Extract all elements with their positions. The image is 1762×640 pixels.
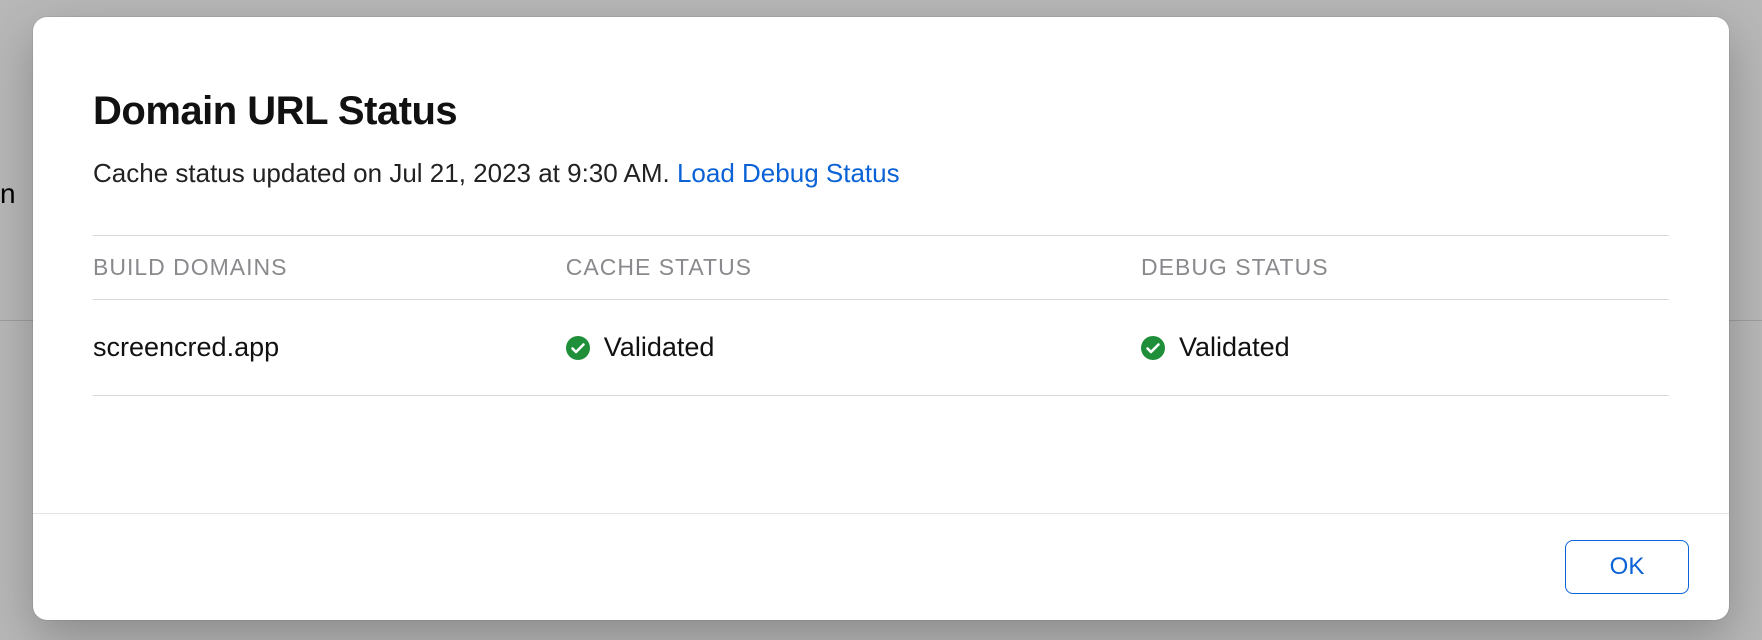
dialog-footer: OK (33, 513, 1729, 620)
debug-status-cell: Validated (1141, 300, 1669, 396)
ok-button[interactable]: OK (1565, 540, 1689, 594)
dialog-subtitle: Cache status updated on Jul 21, 2023 at … (93, 158, 1669, 189)
cache-status-cell: Validated (566, 300, 1141, 396)
check-circle-icon (1141, 336, 1165, 360)
dialog-body: Domain URL Status Cache status updated o… (33, 17, 1729, 513)
debug-status-value: Validated (1179, 332, 1290, 363)
domain-url-status-dialog: Domain URL Status Cache status updated o… (33, 17, 1729, 620)
domains-table: BUILD DOMAINS CACHE STATUS DEBUG STATUS … (93, 235, 1669, 396)
col-debug-status: DEBUG STATUS (1141, 236, 1669, 300)
col-build-domains: BUILD DOMAINS (93, 236, 566, 300)
check-circle-icon (566, 336, 590, 360)
load-debug-status-link[interactable]: Load Debug Status (677, 158, 900, 188)
cache-status-text: Cache status updated on Jul 21, 2023 at … (93, 158, 677, 188)
cache-status-value: Validated (604, 332, 715, 363)
col-cache-status: CACHE STATUS (566, 236, 1141, 300)
domain-cell: screencred.app (93, 300, 566, 396)
dialog-title: Domain URL Status (93, 89, 1669, 134)
table-row: screencred.app Validated (93, 300, 1669, 396)
table-header-row: BUILD DOMAINS CACHE STATUS DEBUG STATUS (93, 236, 1669, 300)
background-partial-text: n (0, 178, 16, 210)
